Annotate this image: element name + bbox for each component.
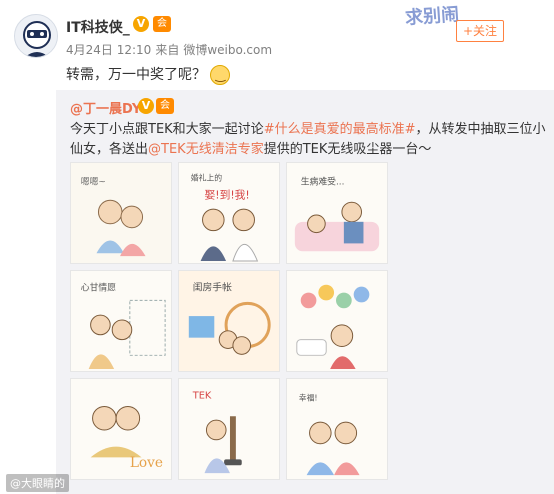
svg-text:婚礼上的: 婚礼上的: [191, 173, 222, 183]
hashtag-link[interactable]: #什么是真爱的最高标准#: [264, 122, 416, 137]
image-thumb-2[interactable]: 婚礼上的 娶!到!我!: [178, 162, 280, 264]
watermark-top: 求别闹: [404, 4, 460, 29]
image-thumb-7[interactable]: Love: [70, 378, 172, 480]
image-thumb-5[interactable]: 闺房手帐: [178, 270, 280, 372]
watermark-bottom: @大眼睛的: [6, 474, 69, 492]
source-prefix: 来自: [155, 43, 180, 57]
repost-member-badge-icon: 会: [156, 98, 174, 114]
repost-verified-badge-icon: V: [138, 98, 154, 114]
image-thumb-8[interactable]: TEK: [178, 378, 280, 480]
avatar[interactable]: [14, 14, 58, 58]
post-date[interactable]: 4月24日 12:10: [66, 43, 151, 57]
post-meta: 4月24日 12:10 来自 微博weibo.com: [66, 41, 276, 58]
image-caption-3: 生病难受...: [301, 176, 345, 188]
image-caption-4: 心甘情愿: [81, 282, 116, 294]
repost-text-prefix: 今天丁小点跟TEK和大家一起讨论: [70, 122, 264, 137]
repost-text-suffix: 提供的TEK无线吸尘器一台～: [263, 142, 432, 157]
mention-link[interactable]: @TEK无线清洁专家: [148, 142, 264, 157]
image-caption-9: 幸福!: [299, 394, 318, 403]
image-thumb-3[interactable]: 生病难受...: [286, 162, 388, 264]
verified-badge-icon: V: [133, 16, 149, 32]
grin-emoji-icon: ‿: [210, 65, 231, 85]
image-thumb-4[interactable]: 心甘情愿: [70, 270, 172, 372]
post-text-body: 转需，万一中奖了呢？: [66, 67, 206, 83]
post-text: 转需，万一中奖了呢？ ‿: [66, 64, 231, 85]
image-thumb-1[interactable]: 嗯嗯~: [70, 162, 172, 264]
image-caption-5: 闺房手帐: [193, 281, 232, 294]
image-caption-2: 娶!到!我!: [204, 188, 249, 201]
image-caption-1: 嗯嗯~: [81, 177, 106, 188]
repost-text: 今天丁小点跟TEK和大家一起讨论#什么是真爱的最高标准#，从转发中抽取三位小仙女…: [70, 120, 546, 160]
image-caption-8: TEK: [192, 391, 212, 402]
post-source[interactable]: 微博weibo.com: [183, 43, 272, 57]
repost-card: @丁一晨DYC V 会 今天丁小点跟TEK和大家一起讨论#什么是真爱的最高标准#…: [56, 90, 554, 494]
image-thumb-6[interactable]: [286, 270, 388, 372]
member-badge-icon: 会: [153, 16, 171, 32]
user-name[interactable]: IT科技侠_: [66, 17, 130, 37]
follow-button[interactable]: +关注: [456, 20, 504, 42]
image-thumb-9[interactable]: 幸福!: [286, 378, 388, 480]
image-caption-7: Love: [130, 455, 163, 471]
